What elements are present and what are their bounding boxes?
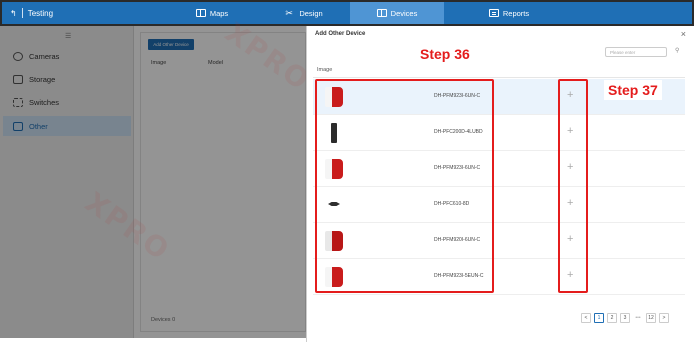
pagination-ellipsis[interactable]: ••• <box>633 313 643 323</box>
step-36-label: Step 36 <box>420 46 470 62</box>
page-button[interactable]: 12 <box>646 313 656 323</box>
next-page-button[interactable]: > <box>659 313 669 323</box>
tab-design[interactable]: ✂ Design <box>264 2 344 24</box>
app-title: Testing <box>27 8 54 18</box>
tab-design-label: Design <box>299 8 323 18</box>
app-title-area: ↰ Testing <box>10 8 53 18</box>
back-arrow-icon[interactable]: ↰ <box>10 9 17 18</box>
page-button[interactable]: 2 <box>607 313 617 323</box>
tools-icon: ✂ <box>285 8 293 18</box>
column-header-image: Image <box>317 67 333 73</box>
search-icon[interactable]: ⚲ <box>675 47 679 54</box>
top-navigation-bar: ↰ Testing Maps ✂ Design Devices Reports <box>0 0 694 26</box>
pagination: < 1 2 3 ••• 12 > <box>581 313 669 323</box>
tab-reports-label: Reports <box>502 8 530 18</box>
step-36-highlight-box <box>315 79 494 293</box>
header-divider <box>313 77 685 78</box>
page-button[interactable]: 1 <box>594 313 604 323</box>
tab-reports[interactable]: Reports <box>464 2 554 24</box>
tab-devices[interactable]: Devices <box>350 2 444 24</box>
tab-devices-label: Devices <box>390 8 418 18</box>
modal-backdrop <box>0 26 306 338</box>
dialog-title: Add Other Device <box>315 31 366 37</box>
step-37-label: Step 37 <box>604 80 662 100</box>
prev-page-button[interactable]: < <box>581 313 591 323</box>
tab-maps[interactable]: Maps <box>152 2 272 24</box>
search-input[interactable]: Please enter <box>605 47 667 57</box>
report-icon <box>488 9 499 17</box>
title-divider <box>21 8 23 18</box>
tab-maps-label: Maps <box>209 8 229 18</box>
devices-icon <box>376 9 387 17</box>
page-button[interactable]: 3 <box>620 313 630 323</box>
step-37-highlight-box <box>558 79 588 293</box>
close-icon[interactable]: × <box>681 29 686 39</box>
map-icon <box>195 9 206 17</box>
